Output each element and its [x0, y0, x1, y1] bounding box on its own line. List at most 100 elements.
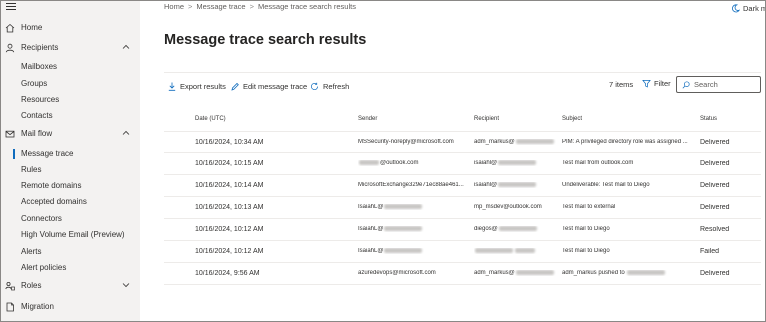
table-row[interactable]: 10/16/2024, 10:12 AM IsaiahL@ diegos@ Te…: [164, 219, 761, 241]
sidebar-item-label: Migration: [21, 302, 54, 311]
roles-icon: [5, 281, 15, 291]
sidebar-item-label: Resources: [21, 95, 60, 104]
cell-status: Failed: [700, 248, 720, 255]
column-header-sender[interactable]: Sender: [358, 116, 377, 122]
redacted-text: [498, 226, 537, 231]
redacted-text: [384, 226, 423, 231]
column-header-recipient[interactable]: Recipient: [474, 116, 499, 122]
refresh-button[interactable]: Refresh: [310, 80, 349, 92]
chevron-down-icon[interactable]: [122, 281, 130, 289]
sidebar-item-label: Accepted domains: [21, 197, 87, 206]
cell-status: Delivered: [700, 182, 730, 189]
cell-sender-text: IsaiahL@: [358, 226, 384, 233]
sidebar-item-rules[interactable]: Rules: [1, 162, 140, 178]
cell-sender: MicrosoftExchange329e71ec88ae461...: [358, 182, 464, 188]
redacted-text: [384, 204, 423, 209]
sidebar-item-label: Contacts: [21, 111, 53, 120]
cell-date: 10/16/2024, 10:34 AM: [195, 139, 264, 146]
search-icon: [682, 80, 690, 88]
export-results-label: Export results: [180, 81, 226, 91]
moon-icon: [732, 4, 740, 13]
sidebar-item-resources[interactable]: Resources: [1, 92, 140, 108]
cell-subject: PIM: A privileged directory role was ass…: [562, 139, 688, 145]
table-row[interactable]: 10/16/2024, 10:34 AM MSSecurity-noreply@…: [164, 131, 761, 153]
cell-date: 10/16/2024, 9:56 AM: [195, 270, 260, 277]
cell-recipient: isaiahl@: [474, 160, 556, 166]
sidebar-item-recipients[interactable]: Recipients: [1, 40, 140, 56]
redacted-text: [475, 248, 513, 253]
cell-recipient-text: diegos@: [474, 226, 498, 233]
sidebar-item-label: Mailboxes: [21, 62, 58, 71]
chevron-up-icon[interactable]: [122, 129, 130, 137]
sidebar-item-alert-policies[interactable]: Alert policies: [1, 260, 140, 276]
cell-sender-text: @outlook.com: [380, 160, 419, 167]
table-row[interactable]: 10/16/2024, 10:13 AM IsaiahL@ mp_msdev@o…: [164, 197, 761, 219]
cell-sender: MSSecurity-noreply@microsoft.com: [358, 139, 454, 145]
sidebar-item-label: Connectors: [21, 214, 62, 223]
cell-recipient-text: adm_markus@: [474, 270, 515, 277]
cell-recipient: diegos@: [474, 226, 556, 232]
column-header-subject[interactable]: Subject: [562, 116, 582, 122]
sidebar-item-home[interactable]: Home: [1, 20, 140, 36]
dark-mode-label: Dark m: [743, 4, 766, 13]
sidebar-item-roles[interactable]: Roles: [1, 278, 140, 294]
sidebar-item-label: Alert policies: [21, 263, 67, 272]
sidebar-item-label: High Volume Email (Preview): [21, 230, 125, 239]
person-icon: [5, 43, 15, 53]
sidebar-item-migration[interactable]: Migration: [1, 299, 140, 315]
table-row[interactable]: 10/16/2024, 10:15 AM @outlook.com isaiah…: [164, 153, 761, 175]
cell-subject: Test mail to Diego: [562, 226, 610, 232]
cell-sender: IsaiahL@: [358, 204, 464, 210]
sidebar-item-label: Groups: [21, 79, 48, 88]
sidebar-item-message-trace[interactable]: Message trace: [1, 146, 140, 162]
cell-sender: azuredevops@microsoft.com: [358, 270, 436, 276]
home-icon: [5, 23, 15, 33]
redacted-text: [384, 248, 423, 253]
filter-button[interactable]: Filter: [642, 79, 671, 88]
sidebar-item-alerts[interactable]: Alerts: [1, 244, 140, 260]
chevron-right-icon: >: [249, 2, 254, 11]
search-input[interactable]: Search: [676, 76, 761, 93]
breadcrumb-current: Message trace search results: [258, 2, 356, 11]
sidebar-item-label: Alerts: [21, 247, 42, 256]
cell-recipient-text: isaiahl@: [474, 160, 498, 167]
cell-sender-text: IsaiahL@: [358, 204, 384, 211]
items-count: 7 items: [609, 80, 634, 89]
sidebar-item-remote-domains[interactable]: Remote domains: [1, 178, 140, 194]
chevron-up-icon[interactable]: [122, 43, 130, 51]
cell-sender-text: IsaiahL@: [358, 248, 384, 255]
table-row[interactable]: 10/16/2024, 10:14 AM MicrosoftExchange32…: [164, 175, 761, 197]
sidebar-item-connectors[interactable]: Connectors: [1, 211, 140, 227]
page-title: Message trace search results: [164, 32, 367, 48]
sidebar-item-high-volume-email[interactable]: High Volume Email (Preview): [1, 227, 140, 243]
column-header-status[interactable]: Status: [700, 116, 717, 122]
export-results-button[interactable]: Export results: [168, 80, 226, 92]
sidebar-item-label: Mail flow: [21, 129, 53, 138]
dark-mode-toggle[interactable]: Dark m: [731, 4, 766, 13]
cell-sender: IsaiahL@: [358, 226, 464, 232]
cell-date: 10/16/2024, 10:12 AM: [195, 248, 264, 255]
edit-message-trace-button[interactable]: Edit message trace: [231, 80, 307, 92]
filter-icon: [642, 79, 651, 88]
active-indicator: [13, 149, 15, 159]
table-row[interactable]: 10/16/2024, 9:56 AM azuredevops@microsof…: [164, 263, 761, 285]
sidebar-item-contacts[interactable]: Contacts: [1, 108, 140, 124]
column-header-date[interactable]: Date (UTC): [195, 116, 226, 122]
sidebar-item-mailboxes[interactable]: Mailboxes: [1, 59, 140, 75]
cell-status: Delivered: [700, 160, 730, 167]
hamburger-menu-icon[interactable]: [6, 3, 16, 11]
cell-recipient: isaiahl@: [474, 182, 556, 188]
cell-subject: Test mail to Diego: [562, 248, 610, 254]
breadcrumb-home[interactable]: Home: [164, 2, 184, 11]
redacted-text: [515, 139, 554, 144]
breadcrumb-message-trace[interactable]: Message trace: [196, 2, 245, 11]
cell-status: Delivered: [700, 204, 730, 211]
cell-subject-text: adm_markus pushed to: [562, 270, 625, 277]
sidebar-item-mail-flow[interactable]: Mail flow: [1, 126, 140, 142]
sidebar-item-groups[interactable]: Groups: [1, 76, 140, 92]
filter-label: Filter: [654, 79, 671, 88]
cell-sender: @outlook.com: [358, 160, 464, 166]
edit-icon: [231, 82, 239, 91]
table-row[interactable]: 10/16/2024, 10:12 AM IsaiahL@ Test mail …: [164, 241, 761, 263]
sidebar-item-accepted-domains[interactable]: Accepted domains: [1, 194, 140, 210]
